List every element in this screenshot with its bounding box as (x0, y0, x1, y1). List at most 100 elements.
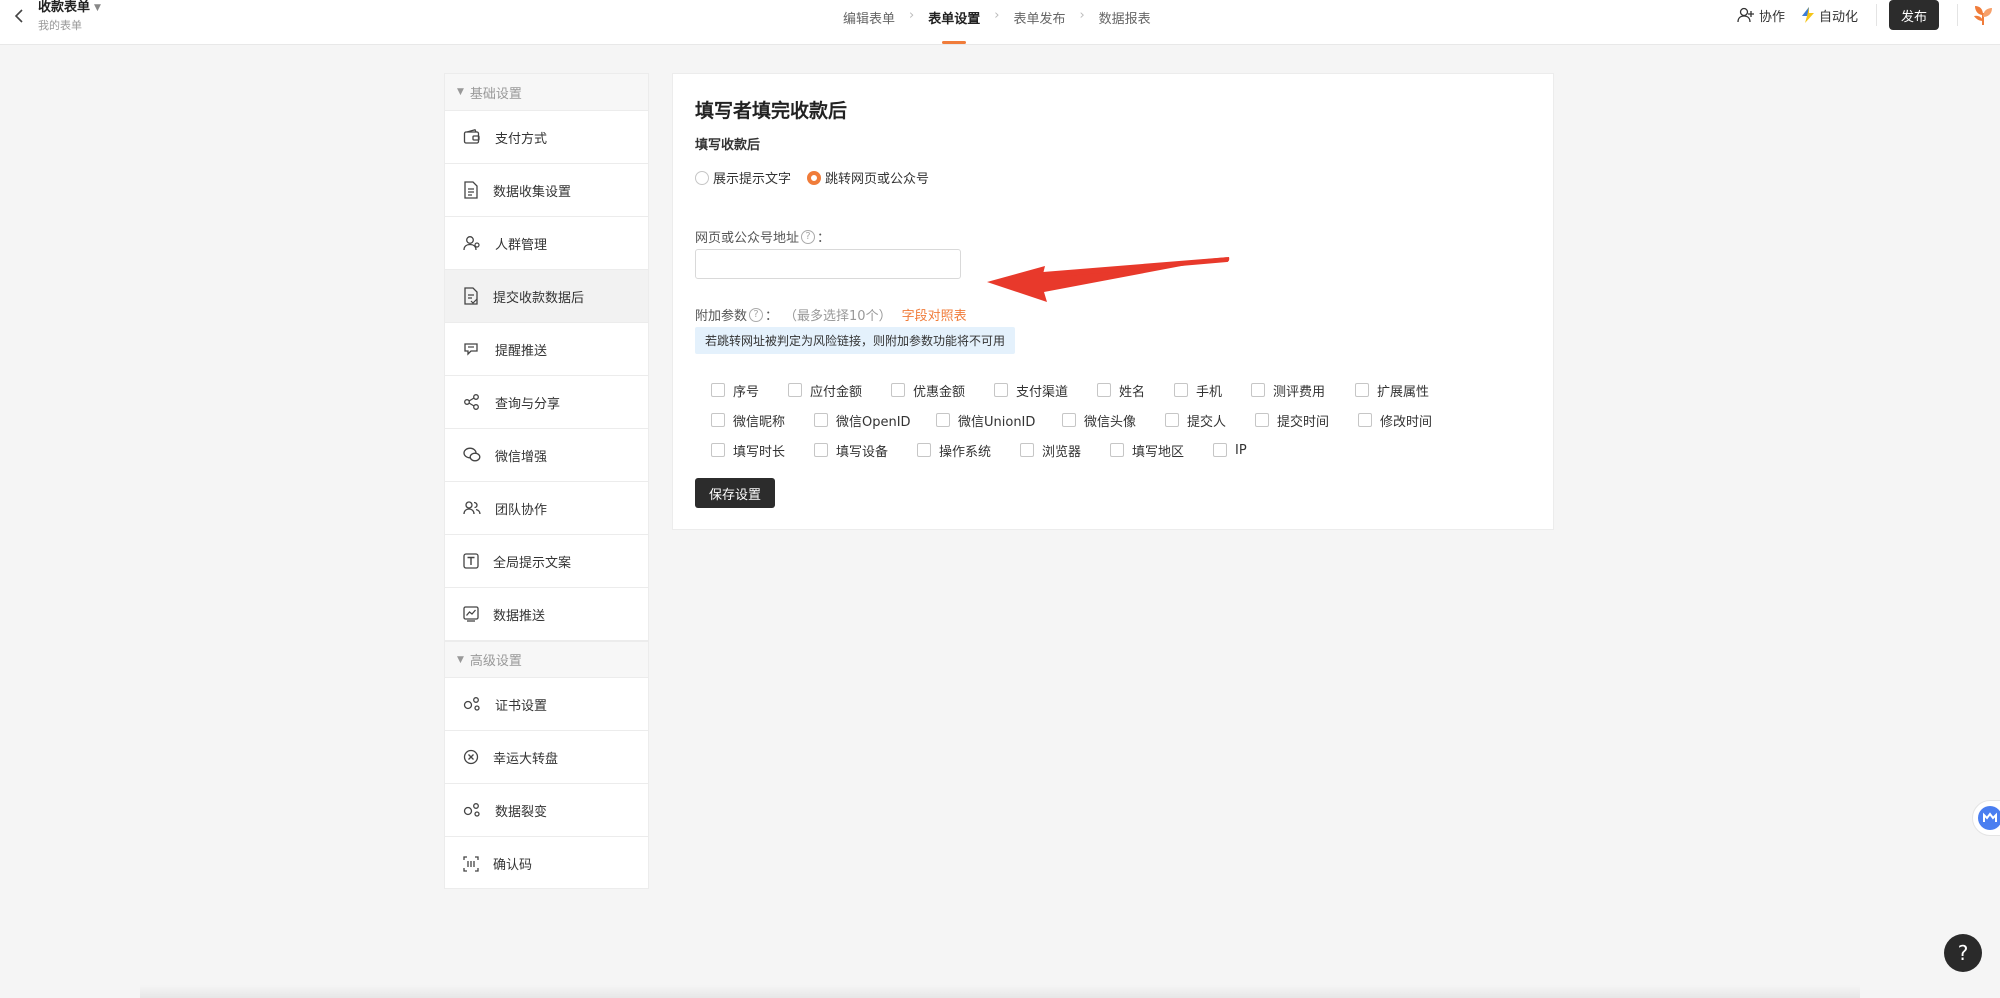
sidebar-item-data-collection[interactable]: 数据收集设置 (445, 164, 648, 217)
param-checkbox[interactable]: 姓名 (1097, 375, 1174, 405)
divider (1957, 4, 1958, 26)
section-label: 填写收款后 (695, 138, 761, 153)
step-data-report[interactable]: 数据报表 (1099, 0, 1151, 45)
help-button[interactable]: ? (1944, 934, 1982, 972)
sidebar-item-audience[interactable]: 人群管理 (445, 217, 648, 270)
save-settings-button[interactable]: 保存设置 (695, 478, 775, 508)
annotation-arrow-icon (987, 257, 1230, 302)
add-user-icon (1737, 7, 1754, 23)
sidebar-item-reminder[interactable]: 提醒推送 (445, 323, 648, 376)
param-checkbox[interactable]: 填写设备 (814, 435, 917, 465)
back-button[interactable] (8, 4, 30, 28)
collab-label: 协作 (1758, 9, 1785, 25)
param-checkbox[interactable]: 浏览器 (1020, 435, 1110, 465)
sidebar-item-team[interactable]: 团队协作 (445, 482, 648, 535)
assistant-widget[interactable] (1972, 800, 2000, 836)
param-label: 手机 (1196, 384, 1223, 400)
certificate-icon (463, 697, 480, 711)
radio-circle (807, 170, 822, 185)
sidebar-item-data-push[interactable]: 数据推送 (445, 588, 648, 641)
sidebar-item-data-fission[interactable]: 数据裂变 (445, 784, 648, 837)
checkbox-box (814, 413, 828, 427)
group-header-advanced[interactable]: ▼ 高级设置 (445, 641, 648, 678)
sidebar-item-certificate[interactable]: 证书设置 (445, 678, 648, 731)
param-checkbox-grid: 序号 应付金额 优惠金额 支付渠道 姓名 手机 测评费用 扩展属性 微信昵称 微… (711, 375, 1471, 465)
param-checkbox[interactable]: 微信昵称 (711, 405, 814, 435)
sidebar-item-label: 数据推送 (493, 608, 546, 624)
form-title: 收款表单 (38, 0, 91, 15)
lightning-icon (1801, 7, 1814, 23)
param-checkbox[interactable]: 填写时长 (711, 435, 814, 465)
question-icon[interactable]: ? (801, 229, 816, 244)
bottom-shadow (140, 985, 1860, 998)
param-label: 姓名 (1119, 384, 1146, 400)
automation-button[interactable]: 自动化 (1801, 6, 1858, 25)
param-checkbox[interactable]: 支付渠道 (994, 375, 1097, 405)
param-checkbox[interactable]: 微信UnionID (936, 405, 1062, 435)
param-label: 微信头像 (1084, 414, 1137, 430)
url-label-colon: ： (817, 231, 831, 246)
settings-panel: 填写者填完收款后 填写收款后 展示提示文字 跳转网页或公众号 网页或公众号地址 … (672, 73, 1554, 530)
param-checkbox[interactable]: 序号 (711, 375, 788, 405)
team-icon (463, 501, 481, 515)
field-map-link[interactable]: 字段对照表 (902, 305, 967, 324)
after-submit-radio-group: 展示提示文字 跳转网页或公众号 (695, 168, 929, 187)
caret-down-icon: ▼ (94, 3, 101, 13)
step-form-settings[interactable]: 表单设置 (928, 0, 980, 45)
sidebar-item-label: 数据裂变 (495, 804, 548, 820)
group-header-basic[interactable]: ▼ 基础设置 (445, 74, 648, 111)
notification-icon (464, 343, 478, 356)
sidebar-item-label: 提交收款数据后 (493, 290, 585, 306)
param-checkbox[interactable]: 操作系统 (917, 435, 1020, 465)
param-label: 提交人 (1187, 414, 1227, 430)
sidebar-item-lucky-wheel[interactable]: 幸运大转盘 (445, 731, 648, 784)
question-icon[interactable]: ? (749, 307, 764, 322)
param-checkbox[interactable]: IP (1213, 435, 1290, 465)
param-label: 扩展属性 (1377, 384, 1430, 400)
text-icon (463, 553, 479, 569)
brand-logo-icon (1974, 6, 1992, 25)
sidebar-item-payment-method[interactable]: 支付方式 (445, 111, 648, 164)
param-checkbox[interactable]: 优惠金额 (891, 375, 994, 405)
param-checkbox[interactable]: 修改时间 (1358, 405, 1461, 435)
chevron-right-icon: › (909, 8, 915, 23)
param-checkbox[interactable]: 扩展属性 (1355, 375, 1458, 405)
sidebar-item-label: 全局提示文案 (493, 555, 572, 571)
param-checkbox[interactable]: 手机 (1174, 375, 1251, 405)
param-checkbox[interactable]: 微信头像 (1062, 405, 1165, 435)
collab-button[interactable]: 协作 (1737, 6, 1785, 25)
chevron-right-icon: › (1079, 8, 1085, 23)
param-checkbox[interactable]: 填写地区 (1110, 435, 1213, 465)
sidebar-item-wechat[interactable]: 微信增强 (445, 429, 648, 482)
sidebar-item-confirm-code[interactable]: 确认码 (445, 837, 648, 890)
param-checkbox[interactable]: 测评费用 (1251, 375, 1355, 405)
param-checkbox[interactable]: 应付金额 (788, 375, 891, 405)
divider (1876, 4, 1877, 26)
checkbox-box (711, 443, 725, 457)
sidebar-item-global-text[interactable]: 全局提示文案 (445, 535, 648, 588)
sidebar-item-label: 支付方式 (495, 131, 548, 147)
step-form-publish[interactable]: 表单发布 (1013, 0, 1065, 45)
form-subtitle: 我的表单 (38, 19, 82, 32)
step-nav: 编辑表单 › 表单设置 › 表单发布 › 数据报表 (843, 0, 1151, 45)
sidebar-item-query-share[interactable]: 查询与分享 (445, 376, 648, 429)
param-checkbox[interactable]: 微信OpenID (814, 405, 936, 435)
radio-circle (695, 170, 709, 185)
checkbox-box (917, 443, 931, 457)
submit-doc-icon (464, 287, 478, 305)
step-edit-form[interactable]: 编辑表单 (843, 0, 895, 45)
url-input[interactable] (695, 249, 961, 279)
param-label: 填写设备 (836, 444, 889, 460)
param-checkbox[interactable]: 提交时间 (1255, 405, 1358, 435)
publish-button[interactable]: 发布 (1889, 0, 1939, 30)
param-label: 测评费用 (1273, 384, 1326, 400)
param-checkbox[interactable]: 提交人 (1165, 405, 1255, 435)
param-label: 填写时长 (733, 444, 786, 460)
form-title-dropdown[interactable]: 收款表单 ▼ (38, 0, 101, 16)
radio-show-text[interactable]: 展示提示文字 (695, 168, 791, 187)
risk-warning: 若跳转网址被判定为风险链接，则附加参数功能将不可用 (695, 327, 1016, 354)
checkbox-box (1097, 383, 1111, 397)
sidebar-item-label: 团队协作 (495, 502, 548, 518)
sidebar-item-after-submit[interactable]: 提交收款数据后 (445, 270, 648, 323)
radio-redirect-url[interactable]: 跳转网页或公众号 (807, 168, 929, 187)
